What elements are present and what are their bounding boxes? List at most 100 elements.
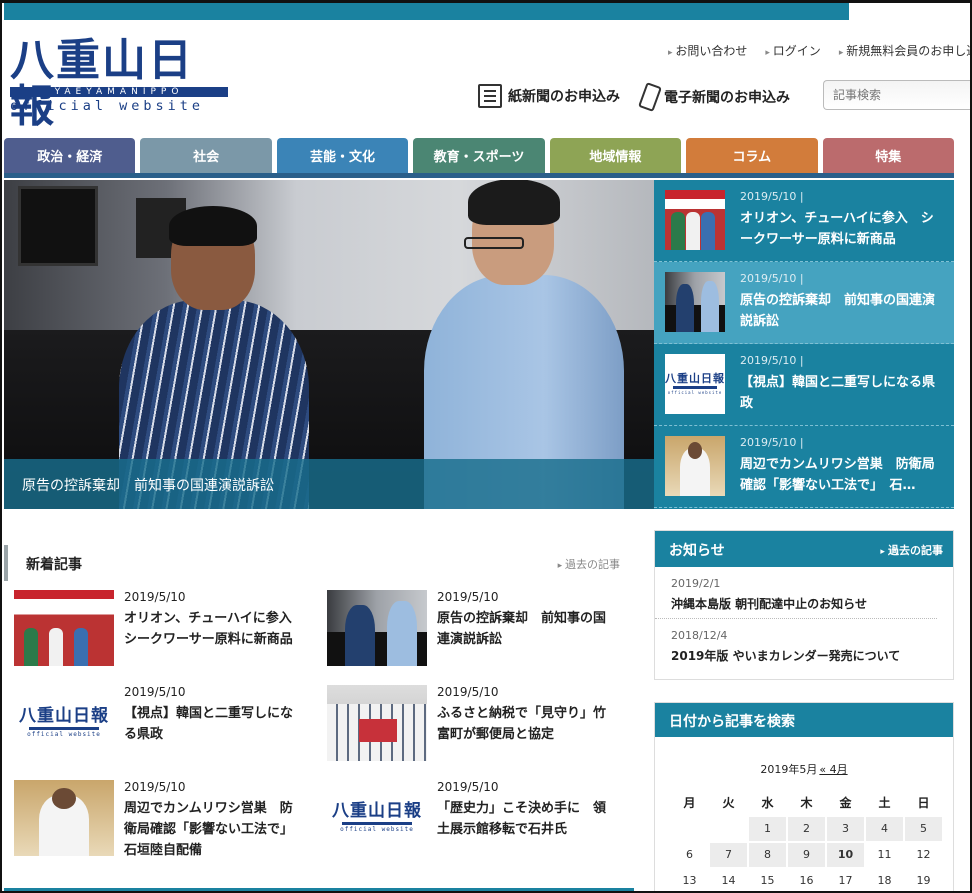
hero-side-list: 2019/5/10オリオン、チューハイに参入 シークワーサー原料に新商品2019… [654,180,954,509]
calendar-day[interactable]: 10 [827,843,864,867]
weekday-header: 木 [800,796,813,810]
calendar-day: 19 [916,874,931,887]
article-thumbnail [14,590,114,666]
nav-tab[interactable]: 教育・スポーツ [413,138,545,173]
article-thumbnail [327,685,427,761]
notice-title-text: 沖縄本島版 朝刊配達中止のお知らせ [671,597,867,611]
nav-tab[interactable]: コラム [686,138,818,173]
article-thumbnail [665,190,725,250]
latest-news-title: 新着記事 [26,557,82,573]
calendar-empty-cell [710,817,747,841]
calendar-caption: 2019年5月 « 4月 [655,761,953,777]
weekday-header: 火 [722,796,735,810]
article-date: 2019/5/10 [437,780,499,794]
article-date: 2019/5/10 [124,780,186,794]
notice-past-link[interactable]: 過去の記事 [880,542,943,558]
news-item[interactable]: 2019/5/10 ふるさと納税で「見守り」竹富町が郵便局と協定 [317,685,617,765]
top-accent-bar [4,3,849,20]
article-title: 原告の控訴棄却 前知事の国連演説訴訟 [437,611,607,647]
nav-tab[interactable]: 特集 [822,138,954,173]
article-title: ふるさと納税で「見守り」竹富町が郵便局と協定 [437,706,607,742]
logo-title: 八重山日報 [10,35,194,132]
paper-subscribe-link[interactable]: 紙新聞のお申込み [478,84,620,108]
calendar-grid: 月火水木金土日 1 2 3 4 5 6 7 8 9 10 11 12 13 14 15 16 17 18 19 [671,791,953,893]
hero-side-item[interactable]: 八重山日報official website 2019/5/10 【視点】韓国と二重写… [654,344,954,426]
calendar-day: 15 [760,874,775,887]
calendar-prev-link[interactable]: « 4月 [819,763,847,776]
search-input[interactable] [823,80,972,110]
digital-subscribe-link[interactable]: 電子新聞のお申込み [638,82,790,112]
calendar-day: 13 [682,874,697,887]
latest-past-link[interactable]: 過去の記事 [558,556,620,572]
article-thumbnail: 八重山日報 official website [665,354,725,414]
calendar-day[interactable]: 9 [788,843,825,867]
article-title: 【視点】韓国と二重写しになる県政 [740,375,936,411]
nav-tab[interactable]: 社会 [140,138,272,173]
calendar-day[interactable]: 3 [827,817,864,841]
calendar-day[interactable]: 1 [749,817,786,841]
article-title: 【視点】韓国と二重写しになる県政 [124,706,294,742]
calendar-day[interactable]: 5 [905,817,942,841]
article-thumbnail: 八重山日報 official website [327,780,427,856]
calendar-day[interactable]: 4 [866,817,903,841]
category-nav: 政治・経済 社会 芸能・文化 教育・スポーツ 地域情報 コラム 特集 [4,138,954,173]
calendar-day[interactable]: 7 [710,843,747,867]
news-item[interactable]: 2019/5/10 周辺でカンムリワシ営巣 防衛局確認「影響ない工法で」 石垣陸自… [4,780,304,860]
notice-title: お知らせ [669,543,725,559]
calendar-day: 18 [877,874,892,887]
nav-tab[interactable]: 芸能・文化 [276,138,409,173]
login-link[interactable]: ログイン [765,42,821,59]
calendar-title: 日付から記事を検索 [669,714,795,730]
bottom-accent-bar [4,888,634,891]
top-links: お問い合わせ ログイン 新規無料会員のお申し込 [668,42,972,59]
article-title: 周辺でカンムリワシ営巣 防衛局確認「影響ない工法で」 石… [740,457,935,493]
notice-title-text: 2019年版 やいまカレンダー発売について [671,649,901,663]
hero-side-item[interactable]: 2019/5/10 周辺でカンムリワシ営巣 防衛局確認「影響ない工法で」 石… [654,426,954,508]
article-title: 周辺でカンムリワシ営巣 防衛局確認「影響ない工法で」 石垣陸自配備 [124,801,300,858]
nav-tab[interactable]: 地域情報 [549,138,682,173]
calendar-day: 14 [721,874,736,887]
logo-band: YAEYAMANIPPO [10,87,228,97]
article-date: 2019/5/10 [124,590,186,604]
calendar-day[interactable]: 8 [749,843,786,867]
article-title: オリオン、チューハイに参入 シークワーサー原料に新商品 [740,211,934,247]
hero-tv [18,186,98,266]
article-date: 2019/5/10 [740,272,804,285]
calendar-day: 6 [686,848,693,861]
hero-slideshow[interactable]: 原告の控訴棄却 前知事の国連演説訴訟 [4,180,654,509]
newspaper-icon [478,84,502,108]
news-item[interactable]: 八重山日報 official website 2019/5/10 【視点】韓国と二重写… [4,685,304,765]
hero-caption[interactable]: 原告の控訴棄却 前知事の国連演説訴訟 [4,459,654,509]
paper-subscribe-label: 紙新聞のお申込み [508,89,620,105]
smartphone-icon [638,82,662,112]
article-title: 「歴史力」こそ決め手に 領土展示館移転で石井氏 [437,801,607,837]
logo-subtitle: official website [10,98,205,114]
hero-side-item[interactable]: 2019/5/10 オリオン、チューハイに参入 シークワーサー原料に新商品 [654,180,954,262]
calendar-header: 日付から記事を検索 [655,703,953,737]
calendar-empty-cell [671,817,708,841]
nav-underline [4,173,954,178]
article-thumbnail [327,590,427,666]
notice-date: 2018/12/4 [671,629,728,642]
calendar-day[interactable]: 2 [788,817,825,841]
calendar-day: 11 [877,848,892,861]
news-item[interactable]: 2019/5/10 原告の控訴棄却 前知事の国連演説訴訟 [317,590,617,670]
article-thumbnail [665,272,725,332]
article-date: 2019/5/10 [740,190,804,203]
article-date: 2019/5/10 [437,590,499,604]
article-thumbnail: 八重山日報 official website [14,685,114,761]
article-title: オリオン、チューハイに参入 シークワーサー原料に新商品 [124,611,305,647]
notice-header: お知らせ 過去の記事 [655,531,953,567]
notice-item[interactable]: 2019/2/1 沖縄本島版 朝刊配達中止のお知らせ [655,567,937,619]
article-date: 2019/5/10 [437,685,499,699]
site-logo[interactable]: 八重山日報 YAEYAMANIPPO official website [10,38,232,130]
nav-tab[interactable]: 政治・経済 [4,138,136,173]
register-link[interactable]: 新規無料会員のお申し込 [839,42,972,59]
contact-link[interactable]: お問い合わせ [668,42,747,59]
notice-item[interactable]: 2018/12/4 2019年版 やいまカレンダー発売について [655,619,937,670]
latest-news-header: 新着記事 過去の記事 [4,545,634,581]
hero-side-item[interactable]: 2019/5/10 原告の控訴棄却 前知事の国連演説訴訟 [654,262,954,344]
weekday-header: 日 [917,796,930,810]
news-item[interactable]: 八重山日報 official website 2019/5/10 「歴史力」こそ決め手… [317,780,617,860]
news-item[interactable]: 2019/5/10 オリオン、チューハイに参入 シークワーサー原料に新商品 [4,590,305,670]
